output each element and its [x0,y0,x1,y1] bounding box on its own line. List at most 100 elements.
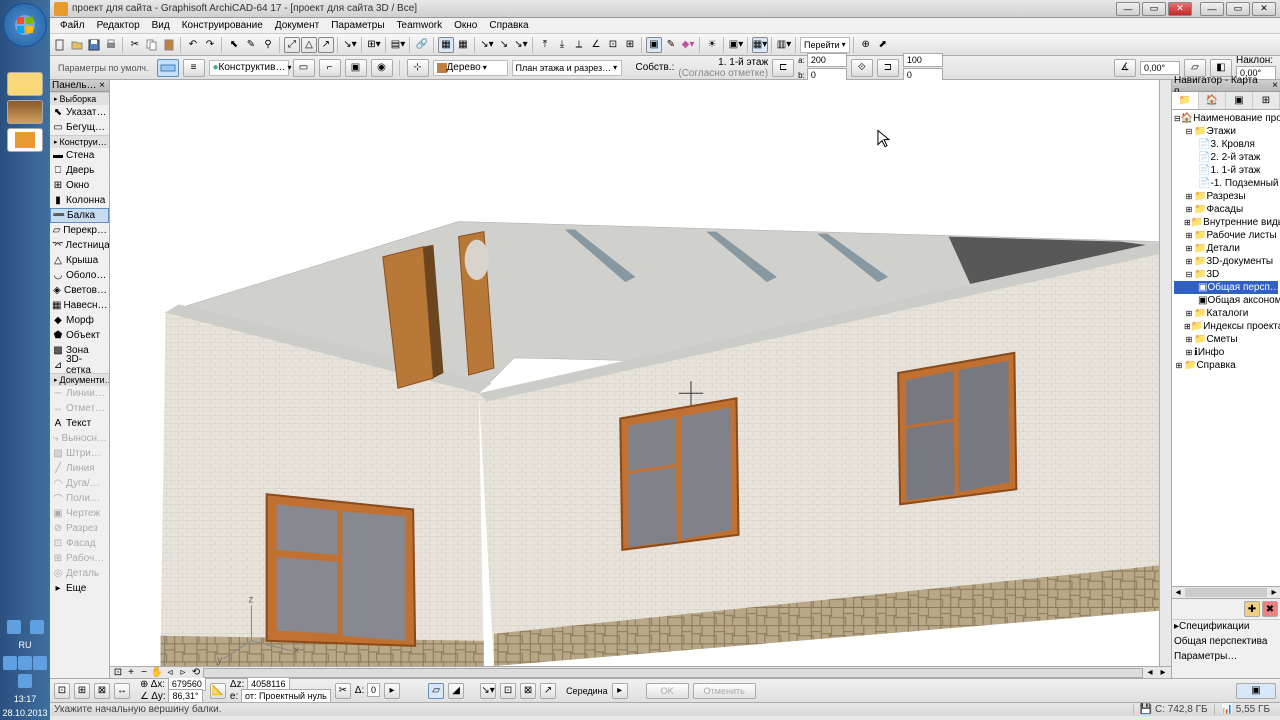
tree-root[interactable]: ⊟🏠 Наименование проекта [1174,112,1278,125]
menu-edit[interactable]: Редактор [91,19,146,32]
menu-teamwork[interactable]: Teamwork [391,19,449,32]
tool-polyline[interactable]: ⌒Поли… [50,491,109,506]
nav-params[interactable]: Параметры… [1172,649,1280,664]
layer-icon[interactable]: ▤▾ [390,37,406,53]
zoom-next-icon[interactable]: ▹ [177,668,189,678]
maximize-button[interactable]: ▭ [1142,2,1166,16]
pan-icon[interactable]: ✋ [151,668,163,678]
tool-section[interactable]: ⊘Разрез [50,521,109,536]
tree-estimates[interactable]: ⊞📁 Сметы [1174,333,1278,346]
taskbar-time[interactable]: 13:17 [0,692,50,706]
tree-floor-2[interactable]: 📄 2. 2-й этаж [1174,151,1278,164]
menu-document[interactable]: Документ [269,19,325,32]
tray-icon[interactable] [30,620,44,634]
zoom-in-icon[interactable]: + [125,668,137,678]
nav-tab-publish[interactable]: ⊞ [1253,92,1280,109]
dim2-icon[interactable]: ⊐ [877,59,899,77]
menu-file[interactable]: Файл [54,19,91,32]
ok-button[interactable]: OK [646,683,689,699]
new-icon[interactable] [52,37,68,53]
tree-info[interactable]: ⊞ℹ Инфо [1174,346,1278,359]
profile-2-icon[interactable]: ⌐ [319,59,341,77]
tool-label[interactable]: ⤷Выносн… [50,431,109,446]
tool-door[interactable]: ⎕Дверь [50,163,109,178]
measure-icon[interactable]: ↘▾ [342,37,358,53]
arrow2-icon[interactable]: ↘ [496,37,512,53]
copy-icon[interactable] [144,37,160,53]
tray-icon[interactable] [3,656,17,670]
eyedropper-icon[interactable]: ⚲ [260,37,276,53]
field-c[interactable] [903,53,943,67]
marker-icon[interactable]: ✎ [663,37,679,53]
arrow-icon[interactable]: ↘▾ [479,37,495,53]
material-dropdown[interactable]: Дерево [433,60,508,76]
coord-a[interactable]: 0 [367,683,380,697]
mid-nav-icon[interactable]: ▸ [612,683,628,699]
camera-icon[interactable]: ▣▾ [728,37,744,53]
tool-morph[interactable]: ◆Морф [50,313,109,328]
wall-mode-2-icon[interactable]: ≡ [183,59,205,77]
geom-4-icon[interactable]: ⊡ [500,683,516,699]
construct-dropdown[interactable]: ● Конструктив… [209,60,289,76]
render-icon[interactable]: ▦▾ [752,37,768,53]
coord-mode-2-icon[interactable]: ⊞ [74,683,90,699]
profile-4-icon[interactable]: ◉ [371,59,393,77]
tool-beam[interactable]: ➖Балка [50,208,109,223]
tool-worksheet[interactable]: ⊞Рабоч… [50,551,109,566]
tree-indexes[interactable]: ⊞📁 Индексы проекта [1174,320,1278,333]
taskbar-app-2[interactable] [7,100,43,124]
3d-viewport[interactable]: z x y ⊡ + − ✋ ◃ ▹ ⟲ ◂ ▸ [110,80,1172,678]
nav-new-icon[interactable]: ✚ [1244,601,1260,617]
nav-del-icon[interactable]: ✖ [1262,601,1278,617]
tree-interior[interactable]: ⊞📁 Внутренние виды [1174,216,1278,229]
align-1-icon[interactable]: ⤒ [537,37,553,53]
geom-5-icon[interactable]: ⊠ [520,683,536,699]
wall-mode-1-icon[interactable] [157,59,179,77]
align-6-icon[interactable]: ⊞ [622,37,638,53]
tree-floor-1[interactable]: 📄 1. 1-й этаж [1174,164,1278,177]
color-icon[interactable]: ◆▾ [680,37,696,53]
tray-icon[interactable] [7,620,21,634]
tree-3d[interactable]: ⊟📁 3D [1174,268,1278,281]
tool-shell[interactable]: ◡Оболо… [50,268,109,283]
goto-dropdown[interactable]: Перейти [800,37,850,53]
align-3-icon[interactable]: ⟂ [571,37,587,53]
floor-value[interactable]: 1. 1-й этаж [718,57,768,68]
tree-3ddocs[interactable]: ⊞📁 3D-документы [1174,255,1278,268]
navigator-header[interactable]: Навигатор - Карта п…× [1172,80,1280,92]
tree-floors[interactable]: ⊟📁 Этажи [1174,125,1278,138]
undo-icon[interactable]: ↶ [185,37,201,53]
tray-icon[interactable] [33,656,47,670]
cut-icon[interactable]: ✂ [127,37,143,53]
minimize-button[interactable]: — [1116,2,1140,16]
coord-mode-3-icon[interactable]: ⊠ [94,683,110,699]
geom-6-icon[interactable]: ↗ [540,683,556,699]
tree-axon[interactable]: ▣ Общая аксоном… [1174,294,1278,307]
plan-dropdown[interactable]: План этажа и разрез… [512,60,622,76]
coord-zero[interactable]: от: Проектный нуль [241,689,331,703]
mdi-max-button[interactable]: ▭ [1226,2,1250,16]
geom-2-icon[interactable]: ◢ [448,683,464,699]
navigator-tree[interactable]: ⊟🏠 Наименование проекта ⊟📁 Этажи 📄 3. Кр… [1172,110,1280,586]
tree-catalogs[interactable]: ⊞📁 Каталоги [1174,307,1278,320]
tool-wall[interactable]: ▬Стена [50,148,109,163]
geom-3-icon[interactable]: ↘▾ [480,683,496,699]
coord-mode-4-icon[interactable]: ↔ [114,683,130,699]
menu-options[interactable]: Параметры [325,19,390,32]
paste-icon[interactable] [161,37,177,53]
coord-y[interactable]: 86,31° [168,689,202,703]
field-a[interactable] [807,53,847,67]
scroll-left-icon[interactable]: ◂ [1144,668,1156,678]
trace2-icon[interactable]: ▦ [455,37,471,53]
start-button[interactable] [3,3,47,47]
anchor-icon[interactable]: ⊹ [407,59,429,77]
tool-fill[interactable]: ▨Штри… [50,446,109,461]
cursor-icon[interactable]: ⬈ [875,37,891,53]
nav-tab-layout[interactable]: ▣ [1226,92,1253,109]
align-2-icon[interactable]: ⤓ [554,37,570,53]
tool-object[interactable]: ⬟Объект [50,328,109,343]
tree-sheets[interactable]: ⊞📁 Рабочие листы [1174,229,1278,242]
tool-lines[interactable]: ─Линии… [50,386,109,401]
tool-slab[interactable]: ▱Перекр… [50,223,109,238]
zoom-out-icon[interactable]: − [138,668,150,678]
